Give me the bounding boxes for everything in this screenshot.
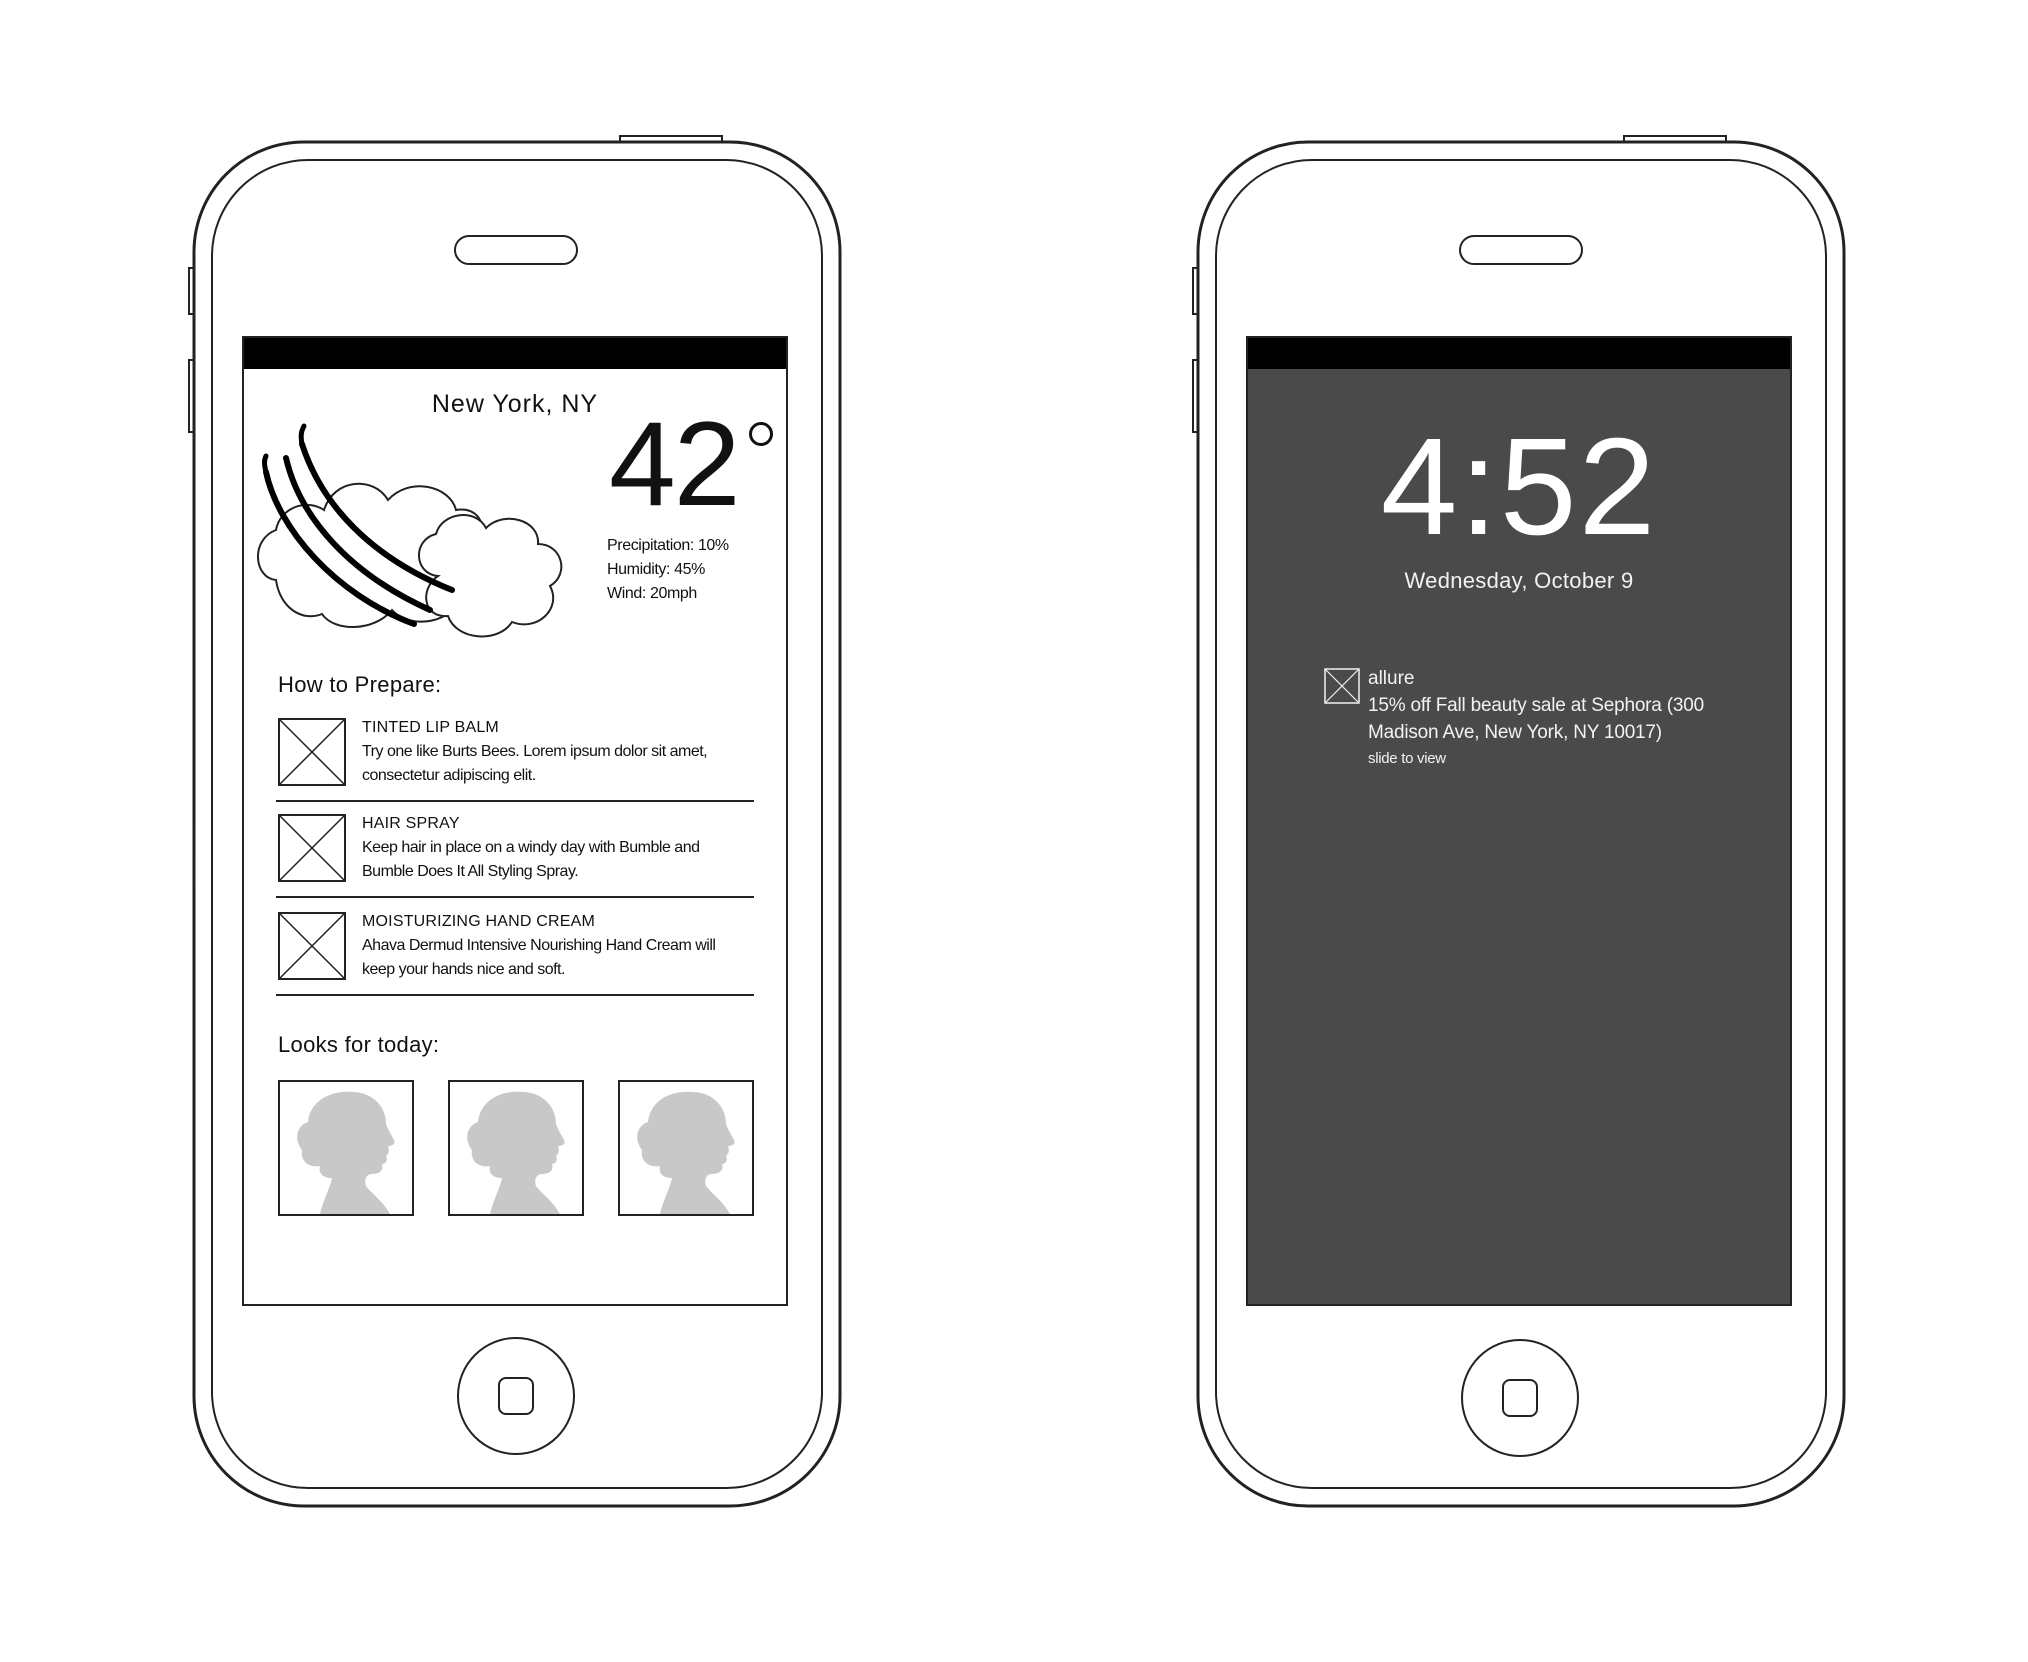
home-button[interactable] <box>1461 1339 1579 1457</box>
weather-phone: New York, NY 42 Precipitation: 10% Humid… <box>188 132 846 1512</box>
image-placeholder-icon <box>278 912 346 980</box>
looks-heading: Looks for today: <box>278 1032 440 1057</box>
notification-message: 15% off Fall beauty sale at Sephora (300… <box>1368 695 1704 743</box>
look-thumbnail[interactable] <box>618 1080 754 1216</box>
lock-clock: 4:52 <box>1380 410 1658 564</box>
prepare-item[interactable]: MOISTURIZING HAND CREAM Ahava Dermud Int… <box>276 906 754 996</box>
lock-phone: 4:52 Wednesday, October 9 allure 15% off… <box>1192 132 1850 1512</box>
speaker-grille <box>1459 235 1583 265</box>
prepare-item-name: TINTED LIP BALM <box>362 719 499 736</box>
degree-symbol <box>749 422 773 446</box>
speaker-grille <box>454 235 578 265</box>
look-thumbnail[interactable] <box>278 1080 414 1216</box>
silhouette-icon <box>637 1091 735 1214</box>
humidity-stat: Humidity: 45% <box>607 561 705 578</box>
precipitation-stat: Precipitation: 10% <box>607 537 729 554</box>
prepare-item-description: Ahava Dermud Intensive Nourishing Hand C… <box>362 937 716 978</box>
prepare-item-text: HAIR SPRAY Keep hair in place on a windy… <box>362 812 752 884</box>
status-bar <box>1248 338 1790 369</box>
prepare-item[interactable]: HAIR SPRAY Keep hair in place on a windy… <box>276 808 754 898</box>
slide-to-view-hint[interactable]: slide to view <box>1368 748 1748 770</box>
lock-date: Wednesday, October 9 <box>1404 568 1634 593</box>
weather-stats: Precipitation: 10% Humidity: 45% Wind: 2… <box>607 534 729 606</box>
prepare-item-description: Keep hair in place on a windy day with B… <box>362 839 700 880</box>
lock-screen[interactable]: 4:52 Wednesday, October 9 allure 15% off… <box>1246 336 1792 1306</box>
wind-stat: Wind: 20mph <box>607 585 697 602</box>
image-placeholder-icon <box>278 814 346 882</box>
prepare-item-text: MOISTURIZING HAND CREAM Ahava Dermud Int… <box>362 910 752 982</box>
image-placeholder-icon <box>278 718 346 786</box>
notification-body: allure 15% off Fall beauty sale at Sepho… <box>1368 666 1748 770</box>
prepare-item-name: HAIR SPRAY <box>362 815 460 832</box>
prepare-item-description: Try one like Burts Bees. Lorem ipsum dol… <box>362 743 708 784</box>
prepare-item[interactable]: TINTED LIP BALM Try one like Burts Bees.… <box>276 712 754 802</box>
weather-screen: New York, NY 42 Precipitation: 10% Humid… <box>242 336 788 1306</box>
prepare-item-name: MOISTURIZING HAND CREAM <box>362 913 596 930</box>
home-button[interactable] <box>457 1337 575 1455</box>
status-bar <box>244 338 786 369</box>
app-icon-placeholder <box>1324 668 1360 704</box>
look-thumbnail[interactable] <box>448 1080 584 1216</box>
silhouette-icon <box>297 1091 395 1214</box>
temperature: 42 <box>609 397 740 531</box>
notification-app-name: allure <box>1368 668 1415 689</box>
prepare-item-text: TINTED LIP BALM Try one like Burts Bees.… <box>362 716 752 788</box>
wind-cloud-icon <box>257 423 563 638</box>
prepare-heading: How to Prepare: <box>278 672 442 697</box>
silhouette-icon <box>467 1091 565 1214</box>
